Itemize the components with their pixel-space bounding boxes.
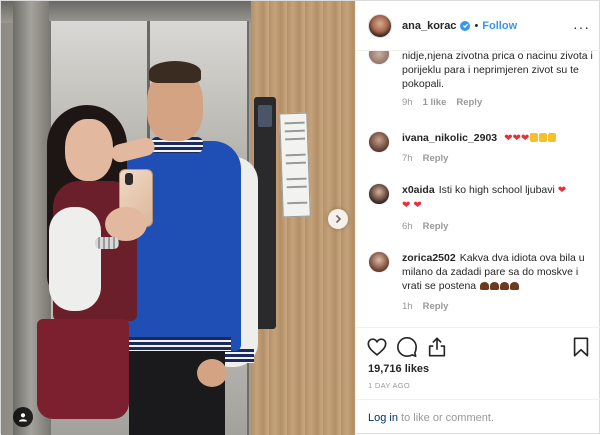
comment-text: x0aida Isti ko high school ljubavi ❤ ❤ ❤ xyxy=(402,183,594,213)
comment-icon[interactable] xyxy=(396,336,418,358)
comment-content: Isti ko high school ljubavi xyxy=(438,184,555,196)
poop-emoji-icon xyxy=(510,282,520,290)
red-heart-icon: ❤ xyxy=(557,185,567,196)
bracelet xyxy=(95,237,119,249)
post-header: ana_korac • Follow ··· xyxy=(356,1,600,51)
man-jacket-hem xyxy=(123,337,231,351)
comment-time[interactable]: 1h xyxy=(402,301,413,312)
poop-emoji-icon xyxy=(500,282,510,290)
post-frame: ana_korac • Follow ··· nidje,njena zivot… xyxy=(0,0,600,435)
likes-count[interactable]: 19,716 likes xyxy=(368,363,429,375)
post-actions xyxy=(356,327,600,367)
comment-likes[interactable]: 1 like xyxy=(423,97,447,108)
login-prompt-text: to like or comment. xyxy=(397,412,494,424)
comments-list: nidje,njena zivotna prica o nacinu zivot… xyxy=(356,51,600,325)
reply-button[interactable]: Reply xyxy=(423,221,449,232)
commenter-avatar[interactable] xyxy=(368,251,390,273)
elevator-display xyxy=(258,105,272,127)
reply-button[interactable]: Reply xyxy=(423,153,449,164)
thumbs-up-icon xyxy=(530,133,539,142)
poop-emoji-icon xyxy=(490,282,500,290)
heart-icon[interactable] xyxy=(366,336,388,358)
tagged-users-button[interactable] xyxy=(13,407,33,427)
red-heart-icon: ❤ xyxy=(402,200,411,211)
comment-meta: 1h Reply xyxy=(402,301,448,312)
phone-camera xyxy=(125,173,133,185)
comment-time[interactable]: 9h xyxy=(402,97,413,108)
header-separator: • xyxy=(474,19,479,32)
login-prompt: Log in to like or comment. xyxy=(356,399,600,435)
man-hand xyxy=(197,359,227,387)
woman-sleeve xyxy=(49,207,101,311)
comment-username[interactable]: x0aida xyxy=(402,184,435,196)
more-options-icon[interactable]: ··· xyxy=(573,19,590,35)
comment-username[interactable]: zorica2502 xyxy=(402,252,456,264)
red-heart-icon: ❤ xyxy=(520,133,530,144)
user-icon xyxy=(19,413,27,422)
commenter-avatar[interactable] xyxy=(368,183,390,205)
commenter-avatar[interactable] xyxy=(368,131,390,153)
chevron-right-icon xyxy=(335,214,342,224)
thumbs-up-icon xyxy=(548,133,557,142)
next-photo-button[interactable] xyxy=(328,209,348,229)
woman-face xyxy=(65,119,113,181)
comment-time[interactable]: 7h xyxy=(402,153,413,164)
post-photo[interactable] xyxy=(1,1,355,435)
red-heart-icon: ❤ xyxy=(512,133,521,144)
comment-meta: 9h 1 like Reply xyxy=(402,97,482,108)
post-sidebar: ana_korac • Follow ··· nidje,njena zivot… xyxy=(355,1,600,435)
comment-username[interactable]: ivana_nikolic_2903 xyxy=(402,132,497,144)
comment-text: ivana_nikolic_2903 ❤❤❤ xyxy=(402,131,594,146)
bookmark-icon[interactable] xyxy=(570,336,592,358)
author-username[interactable]: ana_korac xyxy=(402,20,456,32)
thumbs-up-icon xyxy=(539,133,548,142)
woman-skirt xyxy=(37,319,129,419)
post-time[interactable]: 1 DAY AGO xyxy=(368,381,410,390)
comment-time[interactable]: 6h xyxy=(402,221,413,232)
comment-meta: 7h Reply xyxy=(402,153,448,164)
man-hair xyxy=(149,61,201,83)
comment-text: zorica2502 Kakva dva idiota ova bila u mi… xyxy=(402,251,594,293)
share-icon[interactable] xyxy=(426,336,448,358)
reply-button[interactable]: Reply xyxy=(423,301,449,312)
commenter-avatar[interactable] xyxy=(368,51,390,65)
red-heart-icon: ❤ xyxy=(413,200,422,211)
comment-meta: 6h Reply xyxy=(402,221,448,232)
woman-hand xyxy=(105,207,147,241)
reply-button[interactable]: Reply xyxy=(456,97,482,108)
verified-badge-icon xyxy=(460,20,471,31)
comment-text: nidje,njena zivotna prica o nacinu zivot… xyxy=(402,51,593,90)
follow-button[interactable]: Follow xyxy=(482,20,517,32)
login-link[interactable]: Log in xyxy=(368,412,398,424)
elevator-notice xyxy=(279,112,311,218)
poop-emoji-icon xyxy=(480,282,490,290)
author-avatar[interactable] xyxy=(368,13,392,38)
